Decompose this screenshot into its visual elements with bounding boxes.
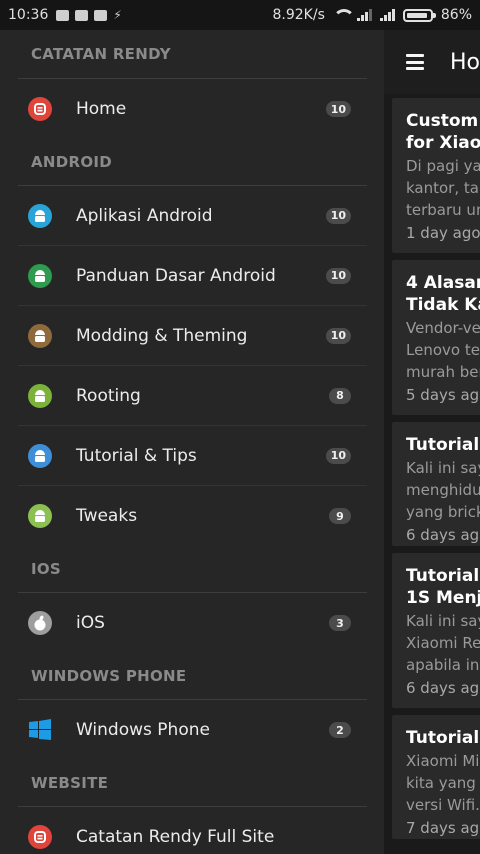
section-header: IOS bbox=[31, 560, 62, 578]
post-snippet: apabila in bbox=[406, 656, 480, 674]
blogger-icon bbox=[28, 97, 52, 121]
status-bar: 10:36 ⚡ 8.92K/s 86% bbox=[0, 0, 480, 30]
drawer-item[interactable]: Catatan Rendy Full Site bbox=[18, 807, 367, 854]
count-badge: 10 bbox=[325, 207, 351, 224]
navigation-drawer: CATATAN RENDY Home 10 ANDROID Aplikasi Andro… bbox=[0, 30, 384, 854]
android-tweaks-icon bbox=[28, 504, 52, 528]
network-speed: 8.92K/s bbox=[272, 7, 325, 23]
count-badge: 3 bbox=[329, 615, 351, 631]
post-snippet: Lenovo te bbox=[406, 341, 480, 359]
post-title: Custom R bbox=[406, 111, 480, 131]
windows-icon bbox=[28, 718, 52, 742]
battery-level: 86% bbox=[440, 7, 472, 23]
count-badge: 10 bbox=[325, 101, 351, 117]
section-header: CATATAN RENDY bbox=[31, 45, 171, 63]
app-bar-title: Ho bbox=[449, 49, 480, 75]
post-title: Tutorial U bbox=[406, 435, 480, 455]
section-header: WINDOWS PHONE bbox=[31, 667, 187, 685]
drawer-item-label: Tutorial & Tips bbox=[76, 445, 197, 466]
drawer-item[interactable]: Aplikasi Android 10 bbox=[18, 186, 367, 246]
drawer-item-label: Home bbox=[76, 99, 127, 119]
android-root-icon bbox=[28, 383, 52, 408]
post-title: for Xiaom bbox=[406, 133, 480, 153]
post-snippet: versi Wifi. bbox=[406, 796, 480, 814]
post-snippet: Xiaomi Mi bbox=[406, 752, 480, 770]
android-guide-icon bbox=[28, 263, 52, 288]
battery-icon bbox=[402, 8, 436, 22]
post-date: 7 days ago bbox=[406, 819, 480, 837]
drawer-item[interactable]: Tutorial & Tips 10 bbox=[18, 426, 367, 486]
post-title: 1S Menja bbox=[406, 588, 480, 608]
post-snippet: murah ber bbox=[406, 363, 480, 381]
drawer-item[interactable]: Panduan Dasar Android 10 bbox=[18, 246, 367, 306]
drawer-item-label: Panduan Dasar Android bbox=[76, 265, 276, 286]
drawer-item-label: Tweaks bbox=[76, 506, 138, 526]
post-date: 6 days ago bbox=[406, 526, 480, 544]
post-snippet: Kali ini say bbox=[406, 459, 480, 477]
post-card[interactable]: Tutorial M1S Menja Kali ini say Xiaomi Re a… bbox=[392, 553, 480, 708]
post-list: Custom Rfor Xiaom Di pagi ya kantor, tap te… bbox=[384, 98, 480, 839]
section-header: ANDROID bbox=[31, 153, 113, 171]
post-date: 1 day ago bbox=[406, 224, 480, 242]
apple-icon bbox=[28, 611, 52, 635]
drawer-item[interactable]: Rooting 8 bbox=[18, 366, 367, 426]
post-card[interactable]: Tutorial U Kali ini say menghidu yang brick… bbox=[392, 422, 480, 546]
post-title: 4 Alasan bbox=[406, 273, 480, 293]
post-card[interactable]: Tutorial M Xiaomi Mi kita yang versi Wifi. 7… bbox=[392, 715, 480, 839]
chat-icon bbox=[94, 9, 108, 21]
count-badge: 10 bbox=[325, 327, 351, 344]
count-badge: 8 bbox=[329, 387, 351, 404]
menu-icon[interactable] bbox=[406, 54, 424, 70]
count-badge: 10 bbox=[325, 267, 351, 284]
drawer-item-label: Windows Phone bbox=[76, 720, 210, 740]
drawer-groups: CATATAN RENDY Home 10 ANDROID Aplikasi Andro… bbox=[0, 30, 384, 854]
signal-icon-1 bbox=[356, 9, 372, 21]
post-snippet: Kali ini say bbox=[406, 612, 480, 630]
post-snippet: Vendor-ve bbox=[406, 319, 480, 337]
drawer-item[interactable]: Tweaks 9 bbox=[18, 486, 367, 546]
post-snippet: Xiaomi Re bbox=[406, 634, 480, 652]
flash-icon: ⚡ bbox=[113, 8, 122, 22]
drawer-item[interactable]: iOS 3 bbox=[18, 593, 367, 653]
drawer-item[interactable]: Windows Phone 2 bbox=[18, 700, 367, 760]
count-badge: 9 bbox=[329, 508, 351, 524]
post-snippet: kita yang bbox=[406, 774, 476, 792]
post-date: 5 days ago bbox=[406, 386, 480, 404]
blogger-icon bbox=[28, 825, 52, 849]
drawer-item-label: Catatan Rendy Full Site bbox=[76, 827, 275, 847]
android-apps-icon bbox=[28, 203, 52, 228]
drawer-item-label: Aplikasi Android bbox=[76, 205, 213, 226]
drawer-item-label: Rooting bbox=[76, 385, 141, 406]
post-snippet: kantor, tap bbox=[406, 179, 480, 197]
drawer-item-label: iOS bbox=[76, 613, 105, 633]
post-snippet: terbaru un bbox=[406, 201, 480, 219]
post-snippet: menghidu bbox=[406, 481, 480, 499]
section-header: WEBSITE bbox=[31, 774, 109, 792]
post-snippet: yang brick bbox=[406, 503, 480, 521]
signal-icon-2 bbox=[379, 9, 395, 21]
android-tutorial-icon bbox=[28, 443, 52, 468]
gallery-icon bbox=[75, 9, 89, 21]
count-badge: 2 bbox=[329, 722, 351, 738]
drawer-item-label: Modding & Theming bbox=[76, 325, 248, 346]
count-badge: 10 bbox=[325, 447, 351, 464]
post-snippet: Di pagi ya bbox=[406, 157, 480, 175]
post-card[interactable]: Custom Rfor Xiaom Di pagi ya kantor, tap te… bbox=[392, 98, 480, 253]
post-date: 6 days ago bbox=[406, 679, 480, 697]
android-modding-icon bbox=[28, 323, 52, 348]
main-content: Ho Custom Rfor Xiaom Di pagi ya kantor, ta… bbox=[384, 30, 480, 854]
message-icon bbox=[56, 9, 70, 21]
drawer-item[interactable]: Home 10 bbox=[18, 79, 367, 139]
status-time: 10:36 bbox=[8, 7, 49, 23]
post-title: Tidak Ka bbox=[406, 295, 480, 315]
post-title: Tutorial M bbox=[406, 728, 480, 748]
post-card[interactable]: 4 AlasanTidak Ka Vendor-ve Lenovo te murah … bbox=[392, 260, 480, 415]
notification-icons: ⚡ bbox=[56, 8, 122, 22]
app-bar: Ho bbox=[384, 30, 480, 94]
post-title: Tutorial M bbox=[406, 566, 480, 586]
wifi-icon bbox=[332, 9, 355, 21]
drawer-item[interactable]: Modding & Theming 10 bbox=[18, 306, 367, 366]
